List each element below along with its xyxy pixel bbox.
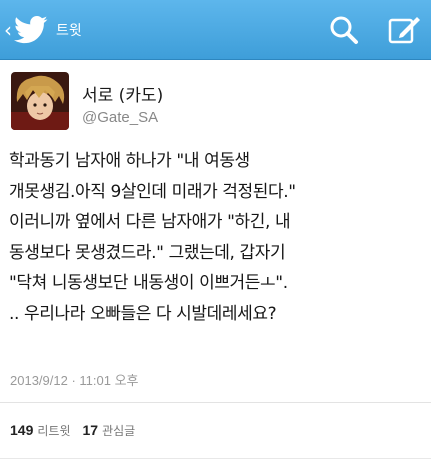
tweet-timestamp: 2013/9/12 · 11:01 오후 xyxy=(10,373,139,388)
tweet-text-line: .. 우리나라 오빠들은 다 시발데레세요? xyxy=(9,303,277,324)
page-title: 트윗 xyxy=(56,23,82,39)
tweet-text-line: 학과동기 남자애 하나가 "내 여동생 xyxy=(9,151,250,171)
favorite-label[interactable]: 관심글 xyxy=(102,422,135,439)
tweet-text-line: "닥쳐 니동생보단 내동생이 이쁘거든ㅗ". xyxy=(9,273,288,293)
divider xyxy=(0,458,431,459)
user-handle[interactable]: @Gate_SA xyxy=(82,109,158,126)
chevron-left-icon: ‹ xyxy=(4,18,12,42)
tweet-text-line: 개못생김.아직 9살인데 미래가 걱정된다." xyxy=(9,181,296,202)
compose-icon[interactable] xyxy=(386,12,422,48)
top-bar: ‹ 트윗 xyxy=(0,0,431,60)
twitter-bird-icon xyxy=(14,15,48,44)
retweet-label[interactable]: 리트윗 xyxy=(37,422,70,439)
avatar[interactable] xyxy=(11,72,69,130)
favorite-count[interactable]: 17 xyxy=(82,422,98,438)
divider xyxy=(0,402,431,403)
search-icon[interactable] xyxy=(328,14,360,46)
display-name[interactable]: 서로 (카도) xyxy=(82,81,163,106)
tweet-stats: 149 리트윗 17 관심글 xyxy=(10,422,147,439)
user-avatar-icon xyxy=(11,72,69,130)
back-button[interactable]: ‹ 트윗 xyxy=(4,0,82,60)
tweet-text: 학과동기 남자애 하나가 "내 여동생 개못생김.아직 9살인데 미래가 걱정된… xyxy=(9,146,429,329)
retweet-count[interactable]: 149 xyxy=(10,422,33,438)
tweet-text-line: 이러니까 옆에서 다른 남자애가 "하긴, 내 xyxy=(9,212,291,232)
tweet-text-line: 동생보다 못생겼드라." 그랬는데, 갑자기 xyxy=(9,242,286,263)
